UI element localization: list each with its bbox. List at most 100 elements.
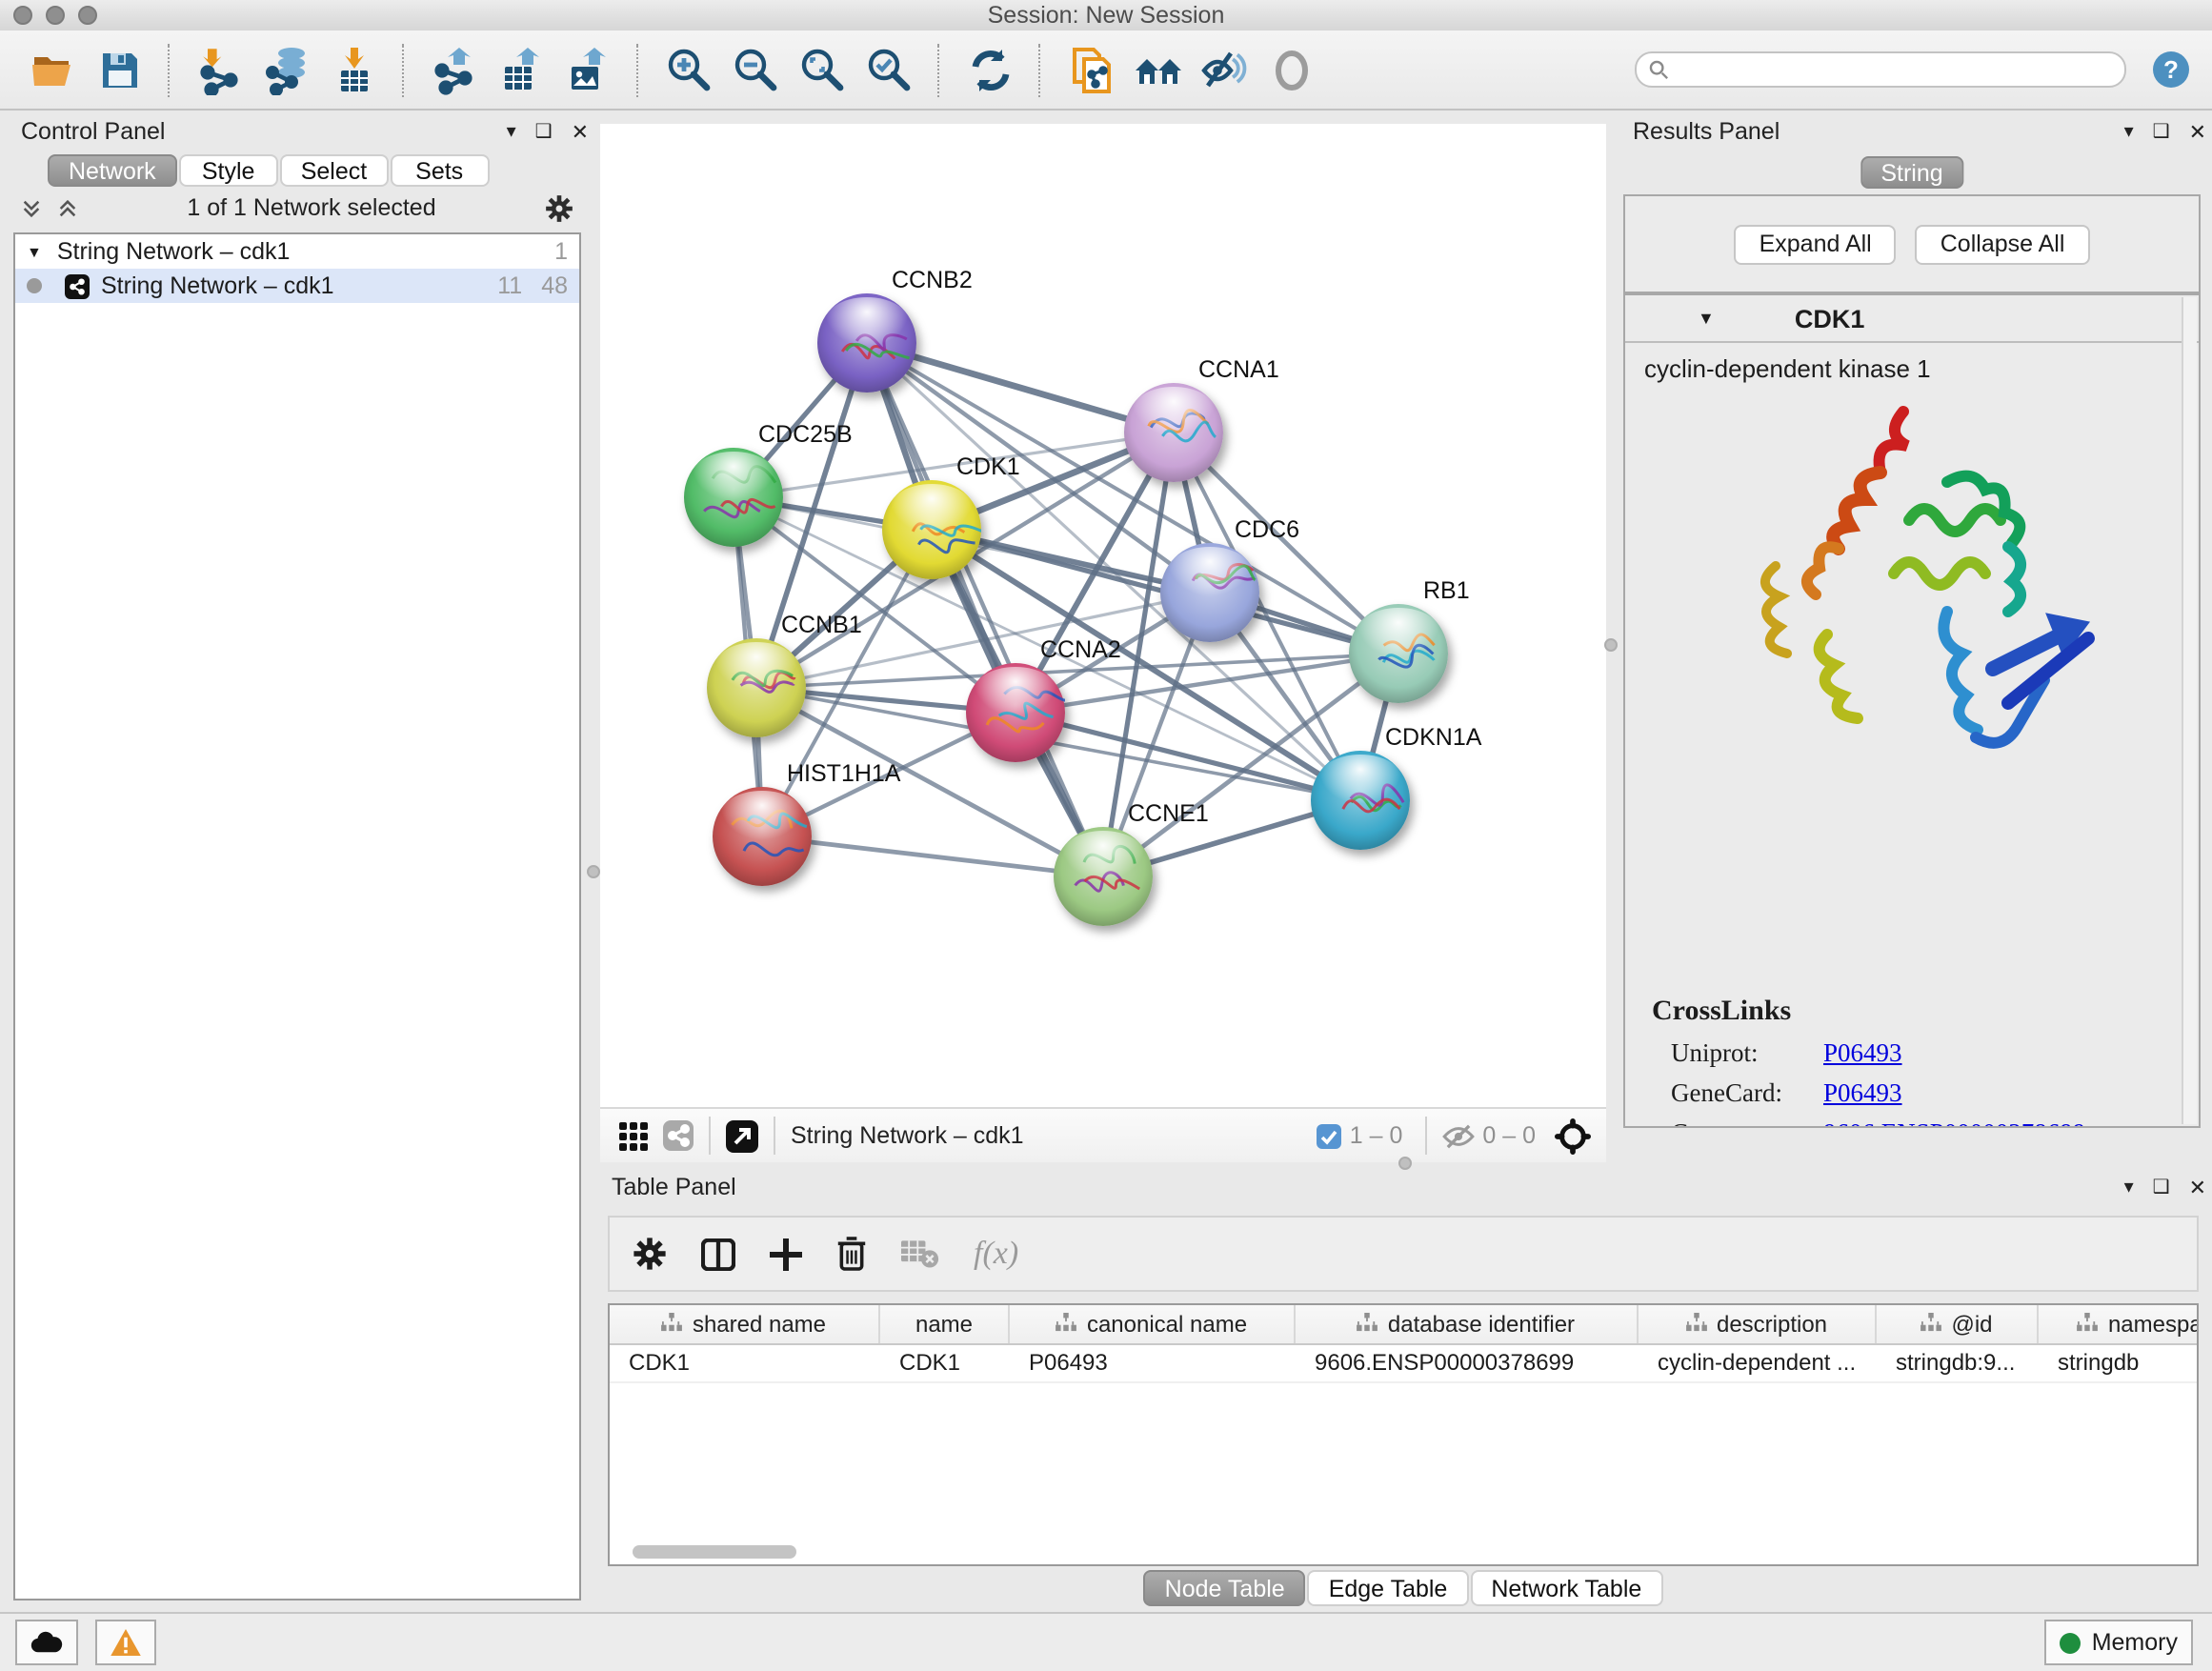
tab-string[interactable]: String	[1860, 156, 1963, 189]
tab-style[interactable]: Style	[179, 154, 278, 187]
import-network-icon[interactable]	[194, 44, 246, 95]
export-network-icon[interactable]	[429, 44, 480, 95]
bottom-splitter-handle[interactable]	[1398, 1157, 1412, 1170]
search-input[interactable]	[1669, 55, 2124, 84]
disclosure-triangle-icon[interactable]: ▼	[1698, 309, 1715, 328]
open-session-icon[interactable]	[27, 44, 78, 95]
save-session-icon[interactable]	[93, 44, 145, 95]
panel-float-icon[interactable]: ❑	[535, 121, 553, 142]
collapse-all-icon[interactable]	[21, 197, 42, 218]
network-node-ccnb1[interactable]	[707, 638, 806, 737]
collapse-all-button[interactable]: Collapse All	[1916, 224, 2090, 264]
network-node-cdc25b[interactable]	[684, 448, 783, 547]
disclosure-triangle-icon[interactable]: ▼	[27, 243, 42, 260]
panel-float-icon[interactable]: ❑	[2153, 1177, 2170, 1198]
export-table-icon[interactable]	[495, 44, 547, 95]
crosslink-link[interactable]: P06493	[1823, 1038, 1902, 1069]
panel-menu-icon[interactable]: ▾	[2124, 1177, 2134, 1198]
zoom-out-icon[interactable]	[730, 44, 781, 95]
gear-icon[interactable]	[545, 193, 573, 222]
export-image-icon[interactable]	[562, 44, 613, 95]
help-button[interactable]: ?	[2153, 51, 2189, 88]
network-edge[interactable]	[867, 343, 1103, 876]
zoom-in-icon[interactable]	[663, 44, 714, 95]
add-column-icon[interactable]	[770, 1238, 802, 1270]
refresh-layout-icon[interactable]	[964, 44, 1016, 95]
network-canvas[interactable]: CCNB2CCNA1CDC25BCDK1CDC6RB1CCNB1CCNA2CDK…	[600, 124, 1606, 1107]
left-splitter-handle[interactable]	[587, 865, 600, 878]
node-gloss	[825, 296, 908, 346]
open-in-window-icon[interactable]	[726, 1119, 758, 1152]
network-node-rb1[interactable]	[1349, 604, 1448, 703]
expand-all-button[interactable]: Expand All	[1735, 224, 1897, 264]
panel-close-icon[interactable]: ✕	[2189, 1175, 2206, 1199]
results-scrollbar[interactable]	[2182, 297, 2197, 1124]
node-gloss	[974, 666, 1056, 715]
network-node-cdk1[interactable]	[882, 480, 981, 579]
table-cell[interactable]: cyclin-dependent ...	[1639, 1345, 1877, 1381]
toolbar-separator	[168, 43, 171, 96]
column-header-name[interactable]: name	[880, 1305, 1010, 1343]
gene-section-header[interactable]: ▼ CDK1	[1625, 295, 2199, 343]
network-node-cdkn1a[interactable]	[1311, 751, 1410, 850]
zoom-fit-icon[interactable]	[796, 44, 848, 95]
hide-eye-icon[interactable]	[1198, 44, 1250, 95]
tab-node-table[interactable]: Node Table	[1144, 1570, 1306, 1606]
column-header-canonical-name[interactable]: canonical name	[1010, 1305, 1296, 1343]
crosslink-link[interactable]: P06493	[1823, 1078, 1902, 1109]
table-row[interactable]: CDK1CDK1P064939606.ENSP00000378699cyclin…	[610, 1345, 2197, 1383]
table-gear-icon[interactable]	[633, 1237, 667, 1271]
node-gloss	[1318, 754, 1401, 803]
duplicate-network-icon[interactable]	[1065, 44, 1116, 95]
table-cell[interactable]: CDK1	[880, 1345, 1010, 1381]
panel-close-icon[interactable]: ✕	[572, 119, 589, 144]
table-cell[interactable]: stringdb:9...	[1877, 1345, 2039, 1381]
column-header-id[interactable]: @id	[1877, 1305, 2039, 1343]
expand-all-icon[interactable]	[57, 197, 78, 218]
column-label: shared name	[693, 1311, 826, 1338]
node-label-ccnb1: CCNB1	[781, 612, 862, 638]
table-cell[interactable]: 9606.ENSP00000378699	[1296, 1345, 1639, 1381]
crosslink-link[interactable]: 9606.ENSP00000378699	[1823, 1118, 2085, 1128]
share-view-icon[interactable]	[663, 1120, 694, 1151]
column-header-shared-name[interactable]: shared name	[610, 1305, 880, 1343]
tab-sets[interactable]: Sets	[390, 154, 489, 187]
network-node-ccna1[interactable]	[1124, 383, 1223, 482]
double-home-icon[interactable]	[1132, 44, 1183, 95]
network-node-ccnb2[interactable]	[817, 293, 916, 393]
table-cell[interactable]: stringdb	[2039, 1345, 2199, 1381]
table-cell[interactable]: CDK1	[610, 1345, 880, 1381]
panel-float-icon[interactable]: ❑	[2153, 121, 2170, 142]
right-splitter-handle[interactable]	[1604, 638, 1618, 652]
network-node-ccna2[interactable]	[966, 663, 1065, 762]
import-database-icon[interactable]	[261, 44, 312, 95]
delete-column-icon[interactable]	[836, 1237, 867, 1271]
column-header-description[interactable]: description	[1639, 1305, 1877, 1343]
tab-network[interactable]: Network	[48, 154, 177, 187]
show-columns-icon[interactable]	[701, 1238, 735, 1270]
import-table-icon[interactable]	[328, 44, 379, 95]
cloud-button[interactable]	[15, 1620, 78, 1665]
network-row[interactable]: String Network – cdk1 11 48	[15, 269, 579, 303]
network-edge[interactable]	[762, 836, 1103, 876]
warning-button[interactable]	[95, 1620, 156, 1665]
network-collection-row[interactable]: ▼ String Network – cdk1 1	[15, 234, 579, 269]
horizontal-scrollbar[interactable]	[633, 1545, 796, 1559]
table-cell[interactable]: P06493	[1010, 1345, 1296, 1381]
column-header-namespace[interactable]: namespace	[2039, 1305, 2199, 1343]
birds-eye-icon[interactable]	[1555, 1117, 1591, 1154]
tab-network-table[interactable]: Network Table	[1470, 1570, 1662, 1606]
network-node-ccne1[interactable]	[1054, 827, 1153, 926]
panel-menu-icon[interactable]: ▾	[2124, 121, 2134, 142]
tab-edge-table[interactable]: Edge Table	[1308, 1570, 1469, 1606]
column-header-database-identifier[interactable]: database identifier	[1296, 1305, 1639, 1343]
network-node-hist1h1a[interactable]	[713, 787, 812, 886]
panel-menu-icon[interactable]: ▾	[507, 121, 516, 142]
zoom-selected-icon[interactable]	[863, 44, 915, 95]
network-node-cdc6[interactable]	[1160, 543, 1259, 642]
main-toolbar: ?	[0, 30, 2212, 111]
panel-close-icon[interactable]: ✕	[2189, 119, 2206, 144]
memory-button[interactable]: Memory	[2044, 1620, 2193, 1665]
grid-view-icon[interactable]	[619, 1121, 648, 1150]
tab-select[interactable]: Select	[280, 154, 389, 187]
